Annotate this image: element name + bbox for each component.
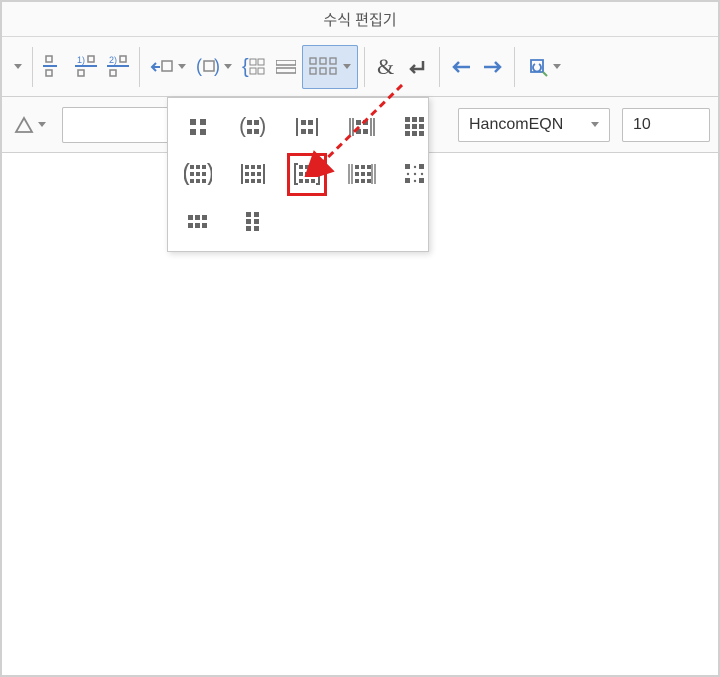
refresh-icon xyxy=(525,56,549,78)
svg-text:): ) xyxy=(259,117,266,137)
return-icon xyxy=(407,57,429,77)
svg-text:(: ( xyxy=(184,163,191,185)
prev-button[interactable] xyxy=(446,45,476,89)
separator xyxy=(439,47,440,87)
paren-combo-button[interactable]: () xyxy=(192,45,236,89)
font-size-value: 10 xyxy=(633,116,651,134)
arrow-left-icon xyxy=(450,60,472,74)
matrix-option-3x2[interactable] xyxy=(240,207,266,237)
return-button[interactable] xyxy=(403,45,433,89)
fraction-2-icon: 1) xyxy=(75,54,97,80)
brace-button[interactable]: { xyxy=(238,45,270,89)
chevron-down-icon xyxy=(591,122,599,127)
matrix-dropdown-button[interactable] xyxy=(302,45,358,89)
matrix-option-2x2[interactable] xyxy=(184,112,212,142)
toolbar-dropdown-1[interactable] xyxy=(6,45,26,89)
style-triangle-button[interactable] xyxy=(10,107,50,143)
font-name-value: HancomEQN xyxy=(469,116,563,134)
separator xyxy=(139,47,140,87)
fraction-button-1[interactable] xyxy=(39,45,69,89)
font-name-select[interactable]: HancomEQN xyxy=(458,108,610,142)
fraction-3-icon: 2) xyxy=(107,54,129,80)
title-bar: 수식 편집기 xyxy=(2,2,718,37)
matrix-option-paren-3x3[interactable]: () xyxy=(184,160,212,190)
next-button[interactable] xyxy=(478,45,508,89)
svg-text:2): 2) xyxy=(109,55,117,65)
svg-text:{: { xyxy=(242,56,249,78)
chevron-down-icon xyxy=(178,64,186,69)
matrix-option-bar-2x2[interactable] xyxy=(294,112,320,142)
main-toolbar: 1) 2) () { & xyxy=(2,37,718,97)
matrix-option-2x3[interactable] xyxy=(184,207,212,237)
matrix-option-3x3[interactable] xyxy=(404,112,426,142)
matrix-option-dots-3x3[interactable] xyxy=(404,160,426,190)
matrix-dropdown-panel: () () xyxy=(167,97,429,252)
ampersand-button[interactable]: & xyxy=(371,45,401,89)
matrix-option-dblbar-3x3[interactable] xyxy=(348,160,376,190)
svg-text:): ) xyxy=(214,56,220,76)
equal-button[interactable] xyxy=(272,45,300,89)
window-title: 수식 편집기 xyxy=(323,9,396,30)
paren-box-icon: () xyxy=(196,56,220,78)
chevron-down-icon xyxy=(38,122,46,127)
equal-rows-icon xyxy=(276,60,296,74)
arrow-right-icon xyxy=(482,60,504,74)
ampersand-icon: & xyxy=(375,55,397,79)
matrix-3x3-icon xyxy=(309,57,339,77)
svg-text:&: & xyxy=(377,55,394,79)
matrix-option-bracket-3x3[interactable] xyxy=(294,160,320,190)
svg-text:): ) xyxy=(206,163,212,185)
separator xyxy=(364,47,365,87)
refresh-button[interactable] xyxy=(521,45,565,89)
svg-text:(: ( xyxy=(196,56,202,76)
arrow-box-icon xyxy=(150,56,174,78)
chevron-down-icon xyxy=(224,64,232,69)
font-size-select[interactable]: 10 xyxy=(622,108,710,142)
brace-icon: { xyxy=(242,56,266,78)
svg-text:(: ( xyxy=(240,117,247,137)
matrix-option-paren-2x2[interactable]: () xyxy=(240,112,266,142)
matrix-option-dblbar-2x2[interactable] xyxy=(348,112,376,142)
chevron-down-icon xyxy=(343,64,351,69)
fraction-button-3[interactable]: 2) xyxy=(103,45,133,89)
fraction-button-2[interactable]: 1) xyxy=(71,45,101,89)
arrow-combo-button[interactable] xyxy=(146,45,190,89)
matrix-option-bar-3x3[interactable] xyxy=(240,160,266,190)
separator xyxy=(514,47,515,87)
chevron-down-icon xyxy=(553,64,561,69)
triangle-icon xyxy=(14,116,34,134)
chevron-down-icon xyxy=(14,64,22,69)
svg-text:1): 1) xyxy=(77,55,85,65)
fraction-icon xyxy=(43,54,65,80)
separator xyxy=(32,47,33,87)
